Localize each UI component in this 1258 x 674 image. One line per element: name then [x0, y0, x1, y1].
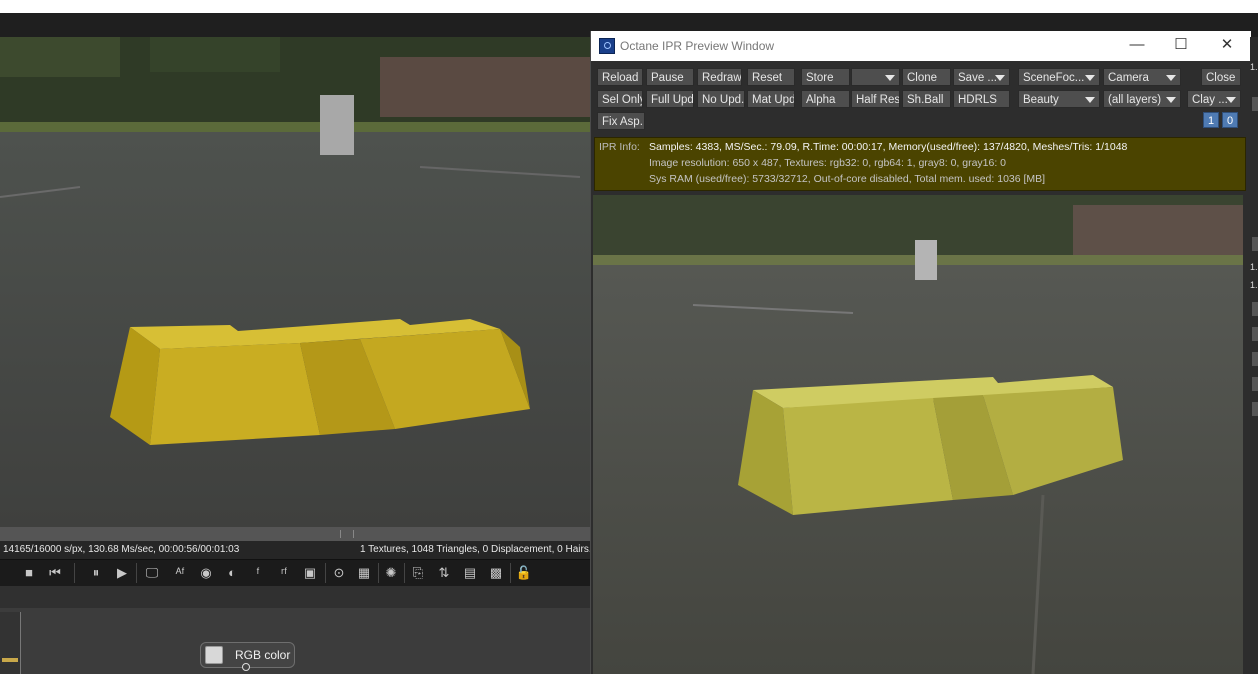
redraw-button[interactable]: Redraw: [697, 68, 742, 86]
scene-focus-dropdown[interactable]: SceneFoc...: [1018, 68, 1100, 86]
render-status-bar: 14165/16000 s/px, 130.68 Ms/sec, 00:00:5…: [0, 541, 590, 559]
mat-update-button[interactable]: Mat Upd: [747, 90, 795, 108]
badge-one[interactable]: 1: [1203, 112, 1219, 128]
ipr-info-panel: IPR Info: Samples: 4383, MS/Sec.: 79.09,…: [594, 137, 1246, 191]
top-white-strip: [0, 0, 1258, 13]
sphere-icon[interactable]: ◐: [223, 564, 241, 582]
ipr-titlebar[interactable]: Octane IPR Preview Window — ☐ ✕: [591, 31, 1251, 61]
viewport-splitter[interactable]: [0, 527, 590, 541]
camera-dropdown[interactable]: Camera: [1103, 68, 1181, 86]
hdrls-button[interactable]: HDRLS: [953, 90, 1010, 108]
reload-button[interactable]: Reload: [597, 68, 643, 86]
checker-icon[interactable]: ▩: [487, 564, 505, 582]
ipr-info-memory: Sys RAM (used/free): 5733/32712, Out-of-…: [649, 173, 1046, 185]
ipr-render-view[interactable]: [593, 195, 1243, 674]
ipr-info-resolution: Image resolution: 650 x 487, Textures: r…: [649, 157, 1007, 169]
save-dropdown[interactable]: Save ...: [953, 68, 1010, 86]
export-icon[interactable]: ⇅: [435, 564, 453, 582]
clay-mode-dropdown[interactable]: Clay ...: [1187, 90, 1241, 108]
fix-aspect-button[interactable]: Fix Asp.: [597, 112, 645, 130]
ipr-info-samples: Samples: 4383, MS/Sec.: 79.09, R.Time: 0…: [649, 141, 1128, 153]
right-edge-label-2: 1.: [1250, 262, 1258, 272]
zoom-icon[interactable]: ⊙: [330, 564, 348, 582]
node-output-pin[interactable]: [242, 663, 250, 671]
node-side-panel: [0, 612, 21, 674]
render-progress-text: 14165/16000 s/px, 130.68 Ms/sec, 00:00:5…: [3, 544, 240, 555]
close-icon[interactable]: ✕: [1215, 34, 1239, 56]
store-slot-dropdown[interactable]: [851, 68, 900, 86]
maximize-icon[interactable]: ☐: [1169, 34, 1193, 56]
barrier-object: [320, 95, 354, 155]
right-edge-label-1: 1.: [1250, 62, 1258, 72]
window-title: Octane IPR Preview Window: [620, 39, 775, 53]
ipr-preview-window: Octane IPR Preview Window — ☐ ✕ Reload P…: [590, 31, 1251, 674]
shader-ball-button[interactable]: Sh.Ball: [902, 90, 951, 108]
pause-button[interactable]: Pause: [646, 68, 694, 86]
layers-icon[interactable]: ▤: [461, 564, 479, 582]
stop-icon[interactable]: ■: [20, 564, 38, 582]
close-button[interactable]: Close: [1201, 68, 1241, 86]
viewport-scene: [0, 37, 590, 527]
focus-icon[interactable]: ᶠ: [249, 564, 267, 582]
color-wheel-icon[interactable]: ◉: [197, 564, 215, 582]
pause-icon[interactable]: ⏸: [87, 564, 105, 582]
building-background: [1073, 205, 1243, 260]
octane-app-icon: [599, 38, 615, 54]
region-icon[interactable]: ▣: [301, 564, 319, 582]
minimize-icon[interactable]: —: [1125, 34, 1149, 56]
refocus-icon[interactable]: ʳᶠ: [275, 564, 293, 582]
play-icon[interactable]: ▶: [113, 564, 131, 582]
ipr-info-label: IPR Info:: [599, 141, 640, 153]
film-icon[interactable]: ▦: [355, 564, 373, 582]
copy-icon[interactable]: ⎘: [409, 564, 427, 582]
right-edge-label-3: 1.: [1250, 280, 1258, 290]
monitor-icon[interactable]: 🖵: [143, 564, 161, 582]
image-node-icon: [205, 646, 223, 664]
right-panel-edge: 1. 1. 1.: [1250, 37, 1258, 674]
node-editor-header: [0, 586, 590, 609]
render-pass-dropdown[interactable]: Beauty: [1018, 90, 1100, 108]
lock-icon[interactable]: 🔓: [515, 564, 533, 582]
half-res-button[interactable]: Half Res: [851, 90, 900, 108]
building-background: [380, 57, 590, 117]
rgb-color-node[interactable]: RGB color: [200, 642, 295, 671]
sel-only-button[interactable]: Sel Only: [597, 90, 643, 108]
barrier-object: [915, 240, 937, 280]
clone-button[interactable]: Clone: [902, 68, 951, 86]
render-viewport[interactable]: [0, 37, 590, 527]
store-button[interactable]: Store: [801, 68, 850, 86]
render-toolbar: ■ ⏮ ⏸ ▶ 🖵 ᴬᶠ ◉ ◐ ᶠ ʳᶠ ▣ ⊙ ▦ ✺ ⎘ ⇅ ▤ ▩ 🔓: [0, 559, 590, 587]
rewind-icon[interactable]: ⏮: [46, 564, 64, 582]
layers-dropdown[interactable]: (all layers): [1103, 90, 1181, 108]
af-icon[interactable]: ᴬᶠ: [171, 564, 189, 582]
alpha-button[interactable]: Alpha: [801, 90, 850, 108]
no-update-button[interactable]: No Upd.: [697, 90, 745, 108]
ipr-scene: [593, 195, 1243, 674]
sparkle-icon[interactable]: ✺: [382, 564, 400, 582]
badge-zero[interactable]: 0: [1222, 112, 1238, 128]
scene-stats-text: 1 Textures, 1048 Triangles, 0 Displaceme…: [360, 544, 590, 555]
full-update-button[interactable]: Full Upd.: [646, 90, 694, 108]
reset-button[interactable]: Reset: [747, 68, 795, 86]
node-editor-canvas[interactable]: [0, 608, 590, 674]
